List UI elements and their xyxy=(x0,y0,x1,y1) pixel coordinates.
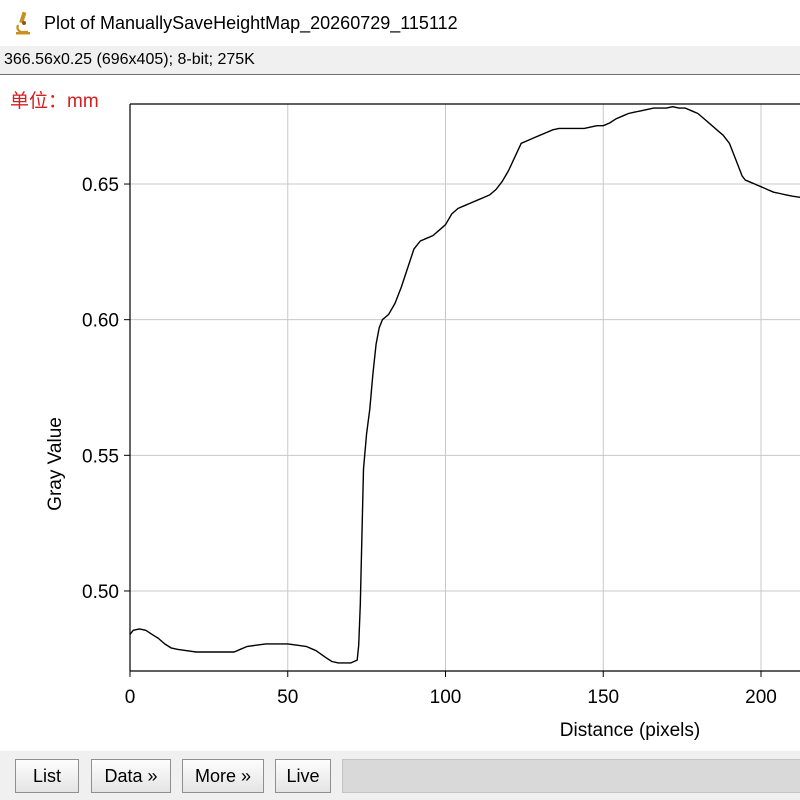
list-button[interactable]: List xyxy=(15,759,79,793)
data-layer xyxy=(129,106,800,664)
ticks: 0 50 100 150 200 0.50 0.55 0.60 0.65 xyxy=(82,175,777,708)
unit-label: 单位：mm xyxy=(10,91,99,112)
x-tick-label: 0 xyxy=(125,687,136,708)
x-tick-label: 150 xyxy=(587,687,619,708)
x-axis-label: Distance (pixels) xyxy=(560,720,700,741)
window-title: Plot of ManuallySaveHeightMap_20260729_1… xyxy=(44,13,458,33)
x-tick-label: 100 xyxy=(430,687,462,708)
live-button[interactable]: Live xyxy=(275,759,331,793)
y-tick-label: 0.60 xyxy=(82,311,119,332)
title-bar: Plot of ManuallySaveHeightMap_20260729_1… xyxy=(0,0,800,46)
x-tick-label: 200 xyxy=(745,687,777,708)
y-tick-label: 0.65 xyxy=(82,175,119,196)
data-button[interactable]: Data » xyxy=(91,759,171,793)
y-axis-label: Gray Value xyxy=(45,417,66,511)
grid-lines xyxy=(130,104,800,671)
status-field xyxy=(342,759,800,793)
image-info: 366.56x0.25 (696x405); 8-bit; 275K xyxy=(4,51,255,68)
profile-line xyxy=(129,106,800,664)
x-tick-label: 50 xyxy=(277,687,298,708)
plot-panel[interactable]: 0 50 100 150 200 0.50 0.55 0.60 0.65 Distance (p… xyxy=(0,74,800,751)
profile-plot[interactable]: 0 50 100 150 200 0.50 0.55 0.60 0.65 Distance (p… xyxy=(0,75,800,751)
button-bar: List Data » More » Live xyxy=(0,751,800,800)
y-tick-label: 0.50 xyxy=(82,582,119,603)
y-tick-label: 0.55 xyxy=(82,446,119,467)
plot-frame xyxy=(129,103,800,672)
more-button[interactable]: More » xyxy=(182,759,264,793)
microscope-icon xyxy=(16,11,30,35)
